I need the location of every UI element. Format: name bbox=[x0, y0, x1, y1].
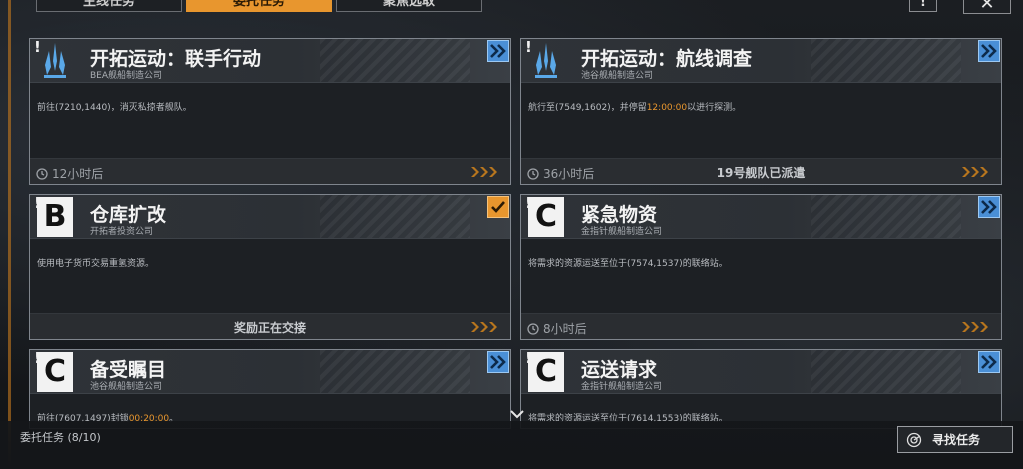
info-button[interactable]: ! bbox=[909, 0, 937, 12]
mission-title: 仓库扩改 bbox=[90, 204, 167, 226]
expand-button[interactable] bbox=[487, 351, 509, 373]
mission-card[interactable]: C ! 备受瞩目 池谷舰船制造公司 前往(7607,1497)封锁00:20:0… bbox=[29, 349, 511, 429]
expand-button[interactable] bbox=[978, 40, 1000, 62]
mission-description: 使用电子货币交易重氢资源。 bbox=[37, 259, 155, 269]
expand-button[interactable] bbox=[978, 196, 1000, 218]
expand-button[interactable] bbox=[978, 351, 1000, 373]
mission-company: 金指针舰船制造公司 bbox=[581, 227, 663, 237]
complete-button[interactable] bbox=[487, 196, 509, 218]
progress-arrows-icon bbox=[471, 322, 497, 332]
double-chevron-icon bbox=[490, 355, 506, 369]
commission-count: 委托任务 (8/10) bbox=[20, 431, 101, 444]
mission-timer: 12小时后 bbox=[36, 165, 103, 182]
mission-title: 紧急物资 bbox=[581, 204, 658, 226]
mission-card-footer: 36小时后 19号舰队已派遣 bbox=[521, 158, 1001, 184]
mission-card-footer: 奖励正在交接 bbox=[30, 313, 510, 339]
double-chevron-icon bbox=[981, 44, 997, 58]
mission-card-header: ! 开拓运动：联手行动 BEA舰船制造公司 bbox=[30, 39, 510, 83]
alert-marker: ! bbox=[525, 38, 532, 56]
expand-button[interactable] bbox=[487, 40, 509, 62]
mission-company: 池谷舰船制造公司 bbox=[581, 71, 654, 81]
double-chevron-icon bbox=[981, 355, 997, 369]
mission-card-header: ! 开拓运动：航线调查 池谷舰船制造公司 bbox=[521, 39, 1001, 83]
mission-company: 池谷舰船制造公司 bbox=[90, 382, 163, 392]
alert-marker: ! bbox=[525, 194, 532, 212]
mission-description: 航行至(7549,1602)，并停留12:00:00以进行探测。 bbox=[528, 103, 742, 113]
mission-title: 开拓运动：联手行动 bbox=[90, 48, 262, 70]
alert-marker: ! bbox=[34, 194, 41, 212]
close-icon: ✕ bbox=[979, 0, 995, 14]
mission-description: 将需求的资源运送至位于(7574,1537)的联络站。 bbox=[528, 259, 728, 269]
reward-status: 奖励正在交接 bbox=[233, 321, 306, 335]
mission-timer: 8小时后 bbox=[527, 320, 587, 337]
alert-marker: ! bbox=[34, 38, 41, 56]
mission-description: 前往(7210,1440)，消灭私掠者舰队。 bbox=[37, 103, 192, 113]
mission-card[interactable]: C ! 运送请求 金指针舰船制造公司 将需求的资源运送至位于(7614,1553… bbox=[520, 349, 1002, 429]
radar-icon bbox=[906, 432, 922, 447]
progress-arrows-icon bbox=[962, 167, 988, 177]
tab-commission-missions[interactable]: 委托任务 bbox=[186, 0, 332, 12]
alert-marker: ! bbox=[34, 349, 41, 367]
tab-focus-selection[interactable]: 聚焦选取 bbox=[336, 0, 482, 12]
edge-accent-line bbox=[8, 0, 11, 469]
mission-card[interactable]: ! 开拓运动：航线调查 池谷舰船制造公司 航行至(7549,1602)，并停留1… bbox=[520, 38, 1002, 185]
mission-title: 运送请求 bbox=[581, 359, 658, 381]
mission-card-header: B ! 仓库扩改 开拓者投资公司 bbox=[30, 195, 510, 239]
fleet-status: 19号舰队已派遣 bbox=[716, 166, 806, 180]
clock-icon bbox=[36, 167, 48, 180]
tab-main-missions[interactable]: 主线任务 bbox=[36, 0, 182, 12]
check-icon bbox=[491, 201, 505, 213]
progress-arrows-icon bbox=[471, 167, 497, 177]
double-chevron-icon bbox=[490, 44, 506, 58]
mission-card[interactable]: C ! 紧急物资 金指针舰船制造公司 将需求的资源运送至位于(7574,1537… bbox=[520, 194, 1002, 340]
bottom-bar bbox=[0, 421, 1023, 469]
mission-card[interactable]: ! 开拓运动：联手行动 BEA舰船制造公司 前往(7210,1440)，消灭私掠… bbox=[29, 38, 511, 185]
alert-marker: ! bbox=[525, 349, 532, 367]
double-chevron-icon bbox=[981, 200, 997, 214]
mission-card-header: C ! 运送请求 金指针舰船制造公司 bbox=[521, 350, 1001, 394]
mission-tabs: 主线任务 委托任务 聚焦选取 bbox=[36, 0, 482, 12]
mission-card-footer: 8小时后 bbox=[521, 313, 1001, 339]
progress-arrows-icon bbox=[962, 322, 988, 332]
mission-company: 开拓者投资公司 bbox=[90, 227, 154, 237]
mission-company: BEA舰船制造公司 bbox=[90, 71, 163, 81]
mission-card-header: C ! 备受瞩目 池谷舰船制造公司 bbox=[30, 350, 510, 394]
mission-card-header: C ! 紧急物资 金指针舰船制造公司 bbox=[521, 195, 1001, 239]
scroll-down-icon[interactable] bbox=[510, 409, 524, 419]
mission-card-footer: 12小时后 bbox=[30, 158, 510, 184]
close-button[interactable]: ✕ bbox=[963, 0, 1011, 14]
clock-icon bbox=[527, 322, 539, 335]
mission-card[interactable]: B ! 仓库扩改 开拓者投资公司 使用电子货币交易重氢资源。 奖励正在交接 bbox=[29, 194, 511, 340]
mission-title: 开拓运动：航线调查 bbox=[581, 48, 753, 70]
mission-company: 金指针舰船制造公司 bbox=[581, 382, 663, 392]
mission-title: 备受瞩目 bbox=[90, 359, 167, 381]
find-mission-button[interactable]: 寻找任务 bbox=[897, 426, 1013, 453]
